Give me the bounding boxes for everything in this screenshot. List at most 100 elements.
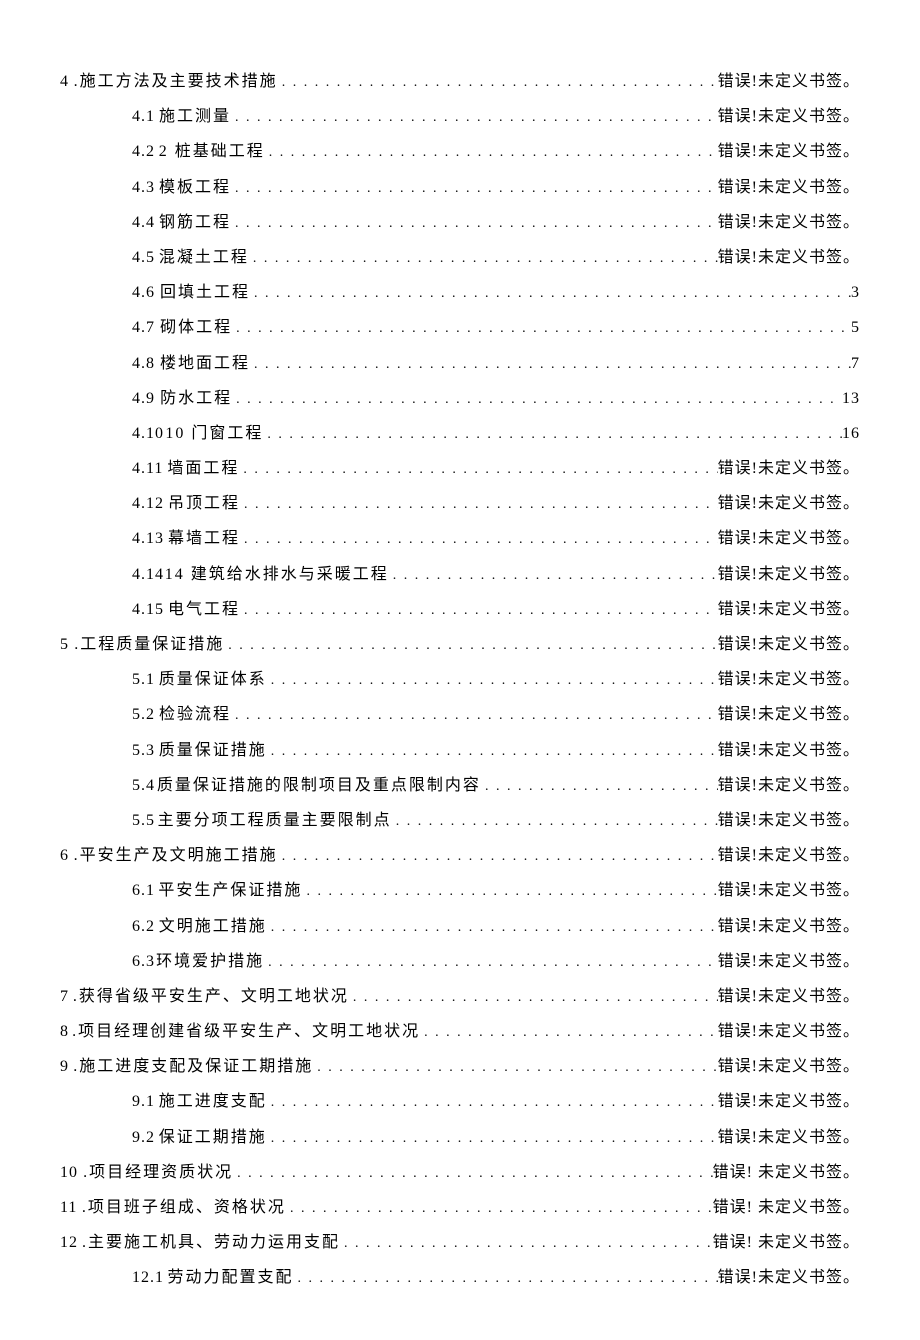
toc-number: 4.7 [132,314,155,341]
toc-page: 3 [851,279,860,306]
toc-number: 4.6 [132,279,155,306]
toc-number: 6.3 [132,948,155,975]
toc-number: 12 [60,1229,78,1256]
toc-leader-dots [267,737,718,764]
toc-number: 4.12 [132,490,164,517]
toc-leader-dots [249,244,718,271]
toc-number: 5.2 [132,701,155,728]
toc-leader-dots [349,983,718,1010]
toc-entry: 6.2文明施工措施错误!未定义书签。 [60,913,860,940]
toc-title: 施工测量 [159,103,231,130]
toc-number: 4 [60,68,69,95]
toc-leader-dots [263,420,842,447]
toc-leader-dots [240,596,718,623]
toc-number: 4.9 [132,385,155,412]
toc-leader-dots [231,174,718,201]
toc-leader-dots [420,1018,718,1045]
toc-entry: 4.3模板工程错误!未定义书签。 [60,174,860,201]
toc-page: 错误!未定义书签。 [718,877,860,904]
toc-title: .工程质量保证措施 [74,631,224,658]
toc-leader-dots [294,1264,718,1291]
toc-number: 4.13 [132,525,164,552]
toc-entry: 4.12吊顶工程错误!未定义书签。 [60,490,860,517]
toc-title: 混凝土工程 [159,244,249,271]
toc-number: 5.3 [132,737,155,764]
toc-title: 质量保证措施 [159,737,267,764]
toc-page: 错误!未定义书签。 [718,561,860,588]
toc-number: 5.5 [132,807,155,834]
toc-leader-dots [267,666,718,693]
toc-number: 8 [60,1018,69,1045]
toc-number: 9 [60,1053,69,1080]
toc-number: 11 [60,1194,77,1221]
toc-entry: 9.1施工进度支配错误!未定义书签。 [60,1088,860,1115]
toc-page: 错误!未定义书签。 [718,596,860,623]
toc-page: 错误!未定义书签。 [718,525,860,552]
toc-number: 4.2 [132,138,155,165]
toc-number: 10 [60,1159,78,1186]
toc-title: 文明施工措施 [159,913,267,940]
toc-title: 主要分项工程质量主要限制点 [158,807,392,834]
toc-page: 错误!未定义书签。 [718,631,860,658]
toc-number: 4.10 [132,420,164,447]
toc-leader-dots [231,701,718,728]
toc-page: 16 [842,420,860,447]
toc-leader-dots [250,279,851,306]
toc-leader-dots [231,209,718,236]
toc-number: 4.4 [132,209,155,236]
toc-entry: 6.3环境爱护措施错误!未定义书签。 [60,948,860,975]
toc-page: 错误!未定义书签。 [718,244,860,271]
toc-number: 9.1 [132,1088,155,1115]
toc-number: 4.1 [132,103,155,130]
toc-leader-dots [265,138,718,165]
toc-entry: 4.9防水工程13 [60,385,860,412]
toc-entry: 12.主要施工机具、劳动力运用支配错误! 未定义书签。 [60,1229,860,1256]
toc-title: .项目经理资质状况 [83,1159,233,1186]
toc-entry: 4.1414 建筑给水排水与采暖工程错误!未定义书签。 [60,561,860,588]
toc-leader-dots [340,1229,713,1256]
toc-number: 4.15 [132,596,164,623]
toc-leader-dots [392,807,718,834]
toc-page: 错误!未定义书签。 [718,701,860,728]
toc-entry: 9.施工进度支配及保证工期措施错误!未定义书签。 [60,1053,860,1080]
toc-entry: 4.15电气工程错误!未定义书签。 [60,596,860,623]
toc-entry: 4.11墙面工程错误!未定义书签。 [60,455,860,482]
toc-leader-dots [286,1194,713,1221]
toc-page: 错误!未定义书签。 [718,842,860,869]
toc-leader-dots [267,1124,718,1151]
toc-page: 错误!未定义书签。 [718,103,860,130]
toc-page: 错误! 未定义书签。 [713,1159,860,1186]
toc-title: 幕墙工程 [168,525,240,552]
toc-entry: 4.1施工测量 错误!未定义书签。 [60,103,860,130]
toc-leader-dots [264,948,718,975]
toc-title: 质量保证体系 [159,666,267,693]
toc-leader-dots [267,913,718,940]
toc-entry: 4.4钢筋工程错误!未定义书签。 [60,209,860,236]
toc-number: 12.1 [132,1264,164,1291]
toc-entry: 9.2保证工期措施错误!未定义书签。 [60,1124,860,1151]
toc-page: 错误!未定义书签。 [718,666,860,693]
toc-leader-dots [267,1088,718,1115]
toc-number: 4.14 [132,561,164,588]
toc-title: 2 桩基础工程 [159,138,265,165]
toc-page: 错误!未定义书签。 [718,138,860,165]
toc-leader-dots [233,1159,713,1186]
toc-leader-dots [239,455,717,482]
toc-page: 5 [851,314,860,341]
toc-title: 劳动力配置支配 [168,1264,294,1291]
toc-leader-dots [481,772,718,799]
toc-entry: 10.项目经理资质状况 错误! 未定义书签。 [60,1159,860,1186]
toc-entry: 5.4质量保证措施的限制项目及重点限制内容错误!未定义书签。 [60,772,860,799]
toc-leader-dots [389,561,718,588]
toc-page: 错误!未定义书签。 [718,737,860,764]
toc-title: 平安生产保证措施 [158,877,302,904]
toc-leader-dots [224,631,717,658]
toc-entry: 5.2检验流程错误!未定义书签。 [60,701,860,728]
toc-leader-dots [313,1053,717,1080]
toc-page: 错误! 未定义书签。 [713,1229,860,1256]
toc-number: 6 [60,842,69,869]
toc-page: 错误!未定义书签。 [718,490,860,517]
toc-title: 10 门窗工程 [165,420,263,447]
toc-leader-dots [278,68,718,95]
toc-title: 楼地面工程 [160,350,250,377]
